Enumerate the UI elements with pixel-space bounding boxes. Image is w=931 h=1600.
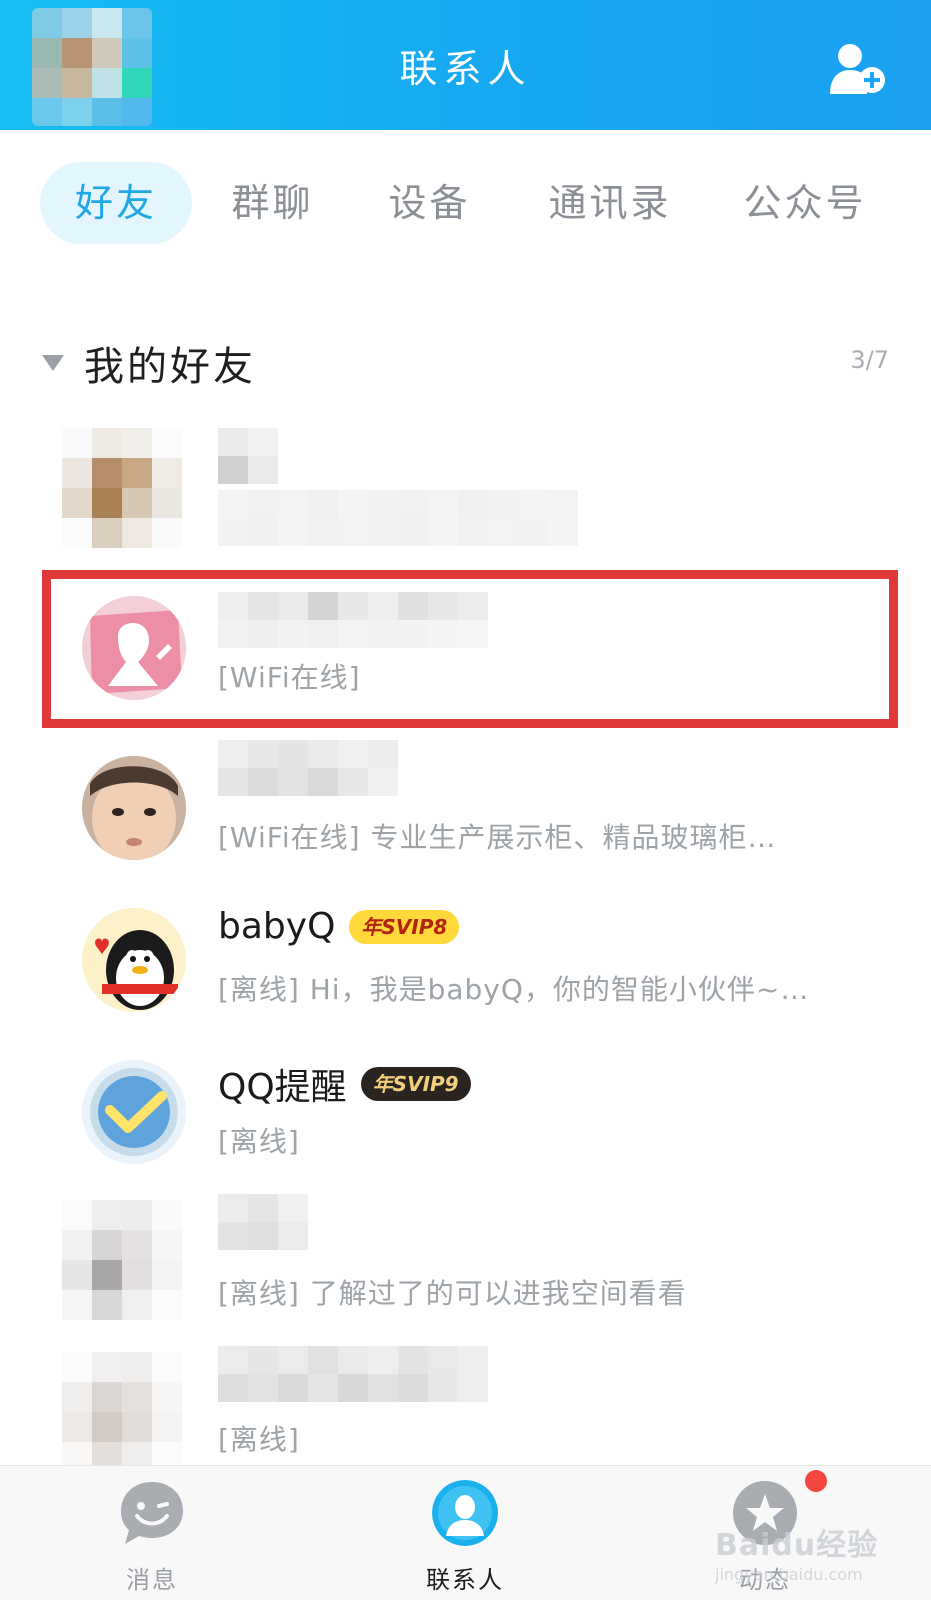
watermark-url: jingyan.baidu.com [715, 1565, 863, 1584]
friend-name-blurred [218, 1346, 488, 1402]
friend-name: QQ提醒 年SVIP9 [218, 1058, 471, 1110]
tab-official-accounts[interactable]: 公众号 [720, 162, 890, 244]
svip-badge: 年SVIP9 [360, 1067, 471, 1101]
friend-status: [离线] [218, 1423, 300, 1456]
friend-name: babyQ 年SVIP8 [218, 906, 460, 947]
nav-label: 消息 [126, 1566, 178, 1594]
friend-row[interactable]: [离线] 了解过了的可以进我空间看看 [0, 1186, 931, 1336]
friend-status: [离线] 了解过了的可以进我空间看看 [218, 1277, 687, 1310]
friend-row[interactable]: [WiFi在线] 专业生产展示柜、精品玻璃柜… [0, 730, 931, 880]
friend-status: [离线] [218, 1125, 300, 1158]
group-online-count: 3/7 [850, 346, 889, 374]
friend-group-header[interactable]: 我的好友 3/7 [0, 320, 931, 400]
friend-status-blurred [218, 490, 578, 546]
friend-name-blurred [218, 428, 278, 484]
app-header: 联系人 [0, 0, 931, 130]
group-name: 我的好友 [84, 344, 256, 390]
contacts-icon [432, 1480, 498, 1546]
tab-address-book[interactable]: 通讯录 [525, 162, 695, 244]
nav-label: 联系人 [426, 1566, 504, 1594]
friend-name-text: QQ提醒 [218, 1067, 347, 1108]
friend-row[interactable]: babyQ 年SVIP8 [离线] Hi，我是babyQ，你的智能小伙伴~… [0, 882, 931, 1032]
friend-avatar [62, 428, 182, 548]
friend-name-blurred [218, 1194, 308, 1250]
friend-avatar [82, 908, 186, 1012]
friend-row[interactable]: QQ提醒 年SVIP9 [离线] [0, 1034, 931, 1184]
friend-name-blurred [218, 740, 398, 796]
add-contact-icon[interactable] [828, 40, 888, 96]
svip-badge: 年SVIP8 [349, 909, 460, 944]
highlight-box [42, 570, 898, 728]
friend-name-text: babyQ [218, 906, 336, 947]
friend-row[interactable] [0, 410, 931, 560]
contact-tabs: 好友 群聊 设备 通讯录 公众号 [0, 130, 931, 260]
watermark-brand: Baidu经验 [715, 1528, 879, 1563]
nav-contacts[interactable]: 联系人 [395, 1480, 535, 1600]
caret-down-icon [42, 355, 64, 371]
nav-messages[interactable]: 消息 [82, 1480, 222, 1600]
friend-status: [WiFi在线] 专业生产展示柜、精品玻璃柜… [218, 821, 777, 854]
notification-dot [805, 1470, 827, 1492]
tab-groups[interactable]: 群聊 [205, 162, 340, 244]
friend-status: [离线] Hi，我是babyQ，你的智能小伙伴~… [218, 973, 810, 1006]
friend-avatar [82, 1060, 186, 1164]
friend-avatar [62, 1352, 182, 1465]
message-icon [121, 1482, 183, 1544]
friend-avatar [62, 1200, 182, 1320]
friend-row[interactable]: [离线] [0, 1338, 931, 1465]
page-title: 联系人 [399, 47, 532, 91]
friend-avatar [82, 756, 186, 860]
tab-devices[interactable]: 设备 [362, 162, 497, 244]
tab-friends[interactable]: 好友 [40, 162, 192, 244]
